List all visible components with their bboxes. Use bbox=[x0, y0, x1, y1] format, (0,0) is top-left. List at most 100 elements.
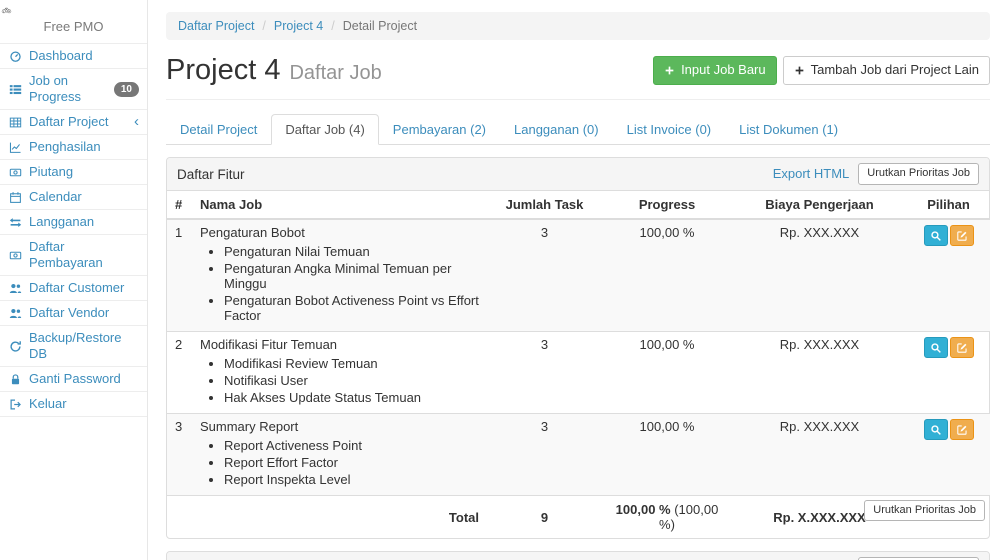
view-job-button[interactable] bbox=[924, 337, 948, 358]
sidebar-item-job-on-progress[interactable]: Job on Progress10 bbox=[0, 69, 147, 110]
sort-priority-button[interactable]: Urutkan Prioritas Job bbox=[858, 163, 979, 184]
money-icon bbox=[8, 166, 23, 179]
sidebar-item-backup-restore-db[interactable]: Backup/Restore DB bbox=[0, 326, 147, 367]
tab-list-dokumen-1[interactable]: List Dokumen (1) bbox=[725, 114, 852, 145]
edit-icon bbox=[956, 342, 968, 354]
tab-daftar-job-4[interactable]: Daftar Job (4) bbox=[271, 114, 378, 145]
table-row: 1Pengaturan BobotPengaturan Nilai Temuan… bbox=[167, 219, 990, 332]
table-row: 2Modifikasi Fitur TemuanModifikasi Revie… bbox=[167, 332, 990, 414]
job-number: 3 bbox=[167, 414, 192, 496]
total-progress: 100,00 % (100,00 %) bbox=[602, 496, 732, 539]
total-task-count: 9 bbox=[487, 496, 602, 539]
breadcrumb: Daftar ProjectProject 4Detail Project bbox=[166, 12, 990, 40]
lock-icon bbox=[8, 373, 23, 386]
job-name: Pengaturan Bobot bbox=[200, 225, 479, 240]
panels-container: Daftar Fitur Export HTML Urutkan Prioritas… bbox=[166, 157, 990, 560]
sidebar-item-calendar[interactable]: Calendar bbox=[0, 185, 147, 210]
edit-icon bbox=[956, 230, 968, 242]
column-header-pilihan: Pilihan bbox=[907, 191, 990, 219]
sidebar-item-daftar-pembayaran[interactable]: Daftar Pembayaran bbox=[0, 235, 147, 276]
job-task-count: 3 bbox=[487, 332, 602, 414]
search-icon bbox=[930, 230, 942, 242]
total-actions: Urutkan Prioritas Job bbox=[907, 496, 990, 539]
tambah-job-dari-project-lain-button[interactable]: Tambah Job dari Project Lain bbox=[783, 56, 990, 85]
sidebar-item-label: Backup/Restore DB bbox=[29, 330, 139, 362]
tab-langganan-0[interactable]: Langganan (0) bbox=[500, 114, 613, 145]
sidebar-item-daftar-customer[interactable]: Daftar Customer bbox=[0, 276, 147, 301]
sidebar-item-langganan[interactable]: Langganan bbox=[0, 210, 147, 235]
total-progress-value: 100,00 % bbox=[616, 502, 671, 517]
panel-fitur-tambahan: Fitur TambahanExport HTMLUrutkan Priorit… bbox=[166, 551, 990, 560]
tab-list-invoice-0[interactable]: List Invoice (0) bbox=[613, 114, 726, 145]
input-job-baru-button[interactable]: Input Job Baru bbox=[653, 56, 777, 85]
sidebar-item-daftar-vendor[interactable]: Daftar Vendor bbox=[0, 301, 147, 326]
sidebar-item-label: Ganti Password bbox=[29, 371, 121, 387]
sidebar-item-label: Keluar bbox=[29, 396, 67, 412]
sidebar-item-label: Calendar bbox=[29, 189, 82, 205]
panel-daftar-fitur: Daftar Fitur Export HTML Urutkan Prioritas… bbox=[166, 157, 990, 539]
edit-job-button[interactable] bbox=[950, 225, 974, 246]
sidebar-item-label: Job on Progress bbox=[29, 73, 108, 105]
subtask-item: Pengaturan Nilai Temuan bbox=[224, 244, 479, 259]
tab-detail-project[interactable]: Detail Project bbox=[166, 114, 271, 145]
sidebar-item-label: Langganan bbox=[29, 214, 94, 230]
subtask-list: Modifikasi Review TemuanNotifikasi UserH… bbox=[224, 356, 479, 405]
plus-icon bbox=[794, 65, 805, 76]
column-header-: # bbox=[167, 191, 192, 219]
sidebar-item-keluar[interactable]: Keluar bbox=[0, 392, 147, 417]
sidebar-item-penghasilan[interactable]: Penghasilan bbox=[0, 135, 147, 160]
search-icon bbox=[930, 424, 942, 436]
sidebar-item-piutang[interactable]: Piutang bbox=[0, 160, 147, 185]
users-icon bbox=[8, 307, 23, 320]
job-actions bbox=[907, 332, 990, 414]
sort-priority-button[interactable]: Urutkan Prioritas Job bbox=[864, 500, 985, 521]
breadcrumb-link-daftar-project[interactable]: Daftar Project bbox=[178, 19, 254, 33]
job-task-count: 3 bbox=[487, 414, 602, 496]
view-job-button[interactable] bbox=[924, 419, 948, 440]
job-name: Summary Report bbox=[200, 419, 479, 434]
total-label: Total bbox=[192, 496, 487, 539]
sidebar-menu: DashboardJob on Progress10Daftar Project… bbox=[0, 43, 147, 417]
svg-text:.com: .com bbox=[5, 12, 7, 14]
subtask-list: Pengaturan Nilai Temuan Pengaturan Angka … bbox=[224, 244, 479, 323]
sidebar-item-label: Daftar Customer bbox=[29, 280, 124, 296]
job-table: #Nama JobJumlah TaskProgressBiaya Penger… bbox=[167, 191, 990, 538]
jwb-logo-icon: WJB.com bbox=[0, 4, 147, 17]
column-header-jumlah-task: Jumlah Task bbox=[487, 191, 602, 219]
edit-job-button[interactable] bbox=[950, 337, 974, 358]
panel-title: Daftar Fitur bbox=[177, 167, 245, 182]
app-logo[interactable]: WJB.com bbox=[0, 0, 147, 17]
plus-icon bbox=[664, 65, 675, 76]
subtask-item: Report Inspekta Level bbox=[224, 472, 479, 487]
table-row: 3 Summary Report Report Activeness PointRe… bbox=[167, 414, 990, 496]
subtask-item: Hak Akses Update Status Temuan bbox=[224, 390, 479, 405]
edit-job-button[interactable] bbox=[950, 419, 974, 440]
subtask-list: Report Activeness PointReport Effort Fac… bbox=[224, 438, 479, 487]
job-cost: Rp. XXX.XXX bbox=[732, 219, 907, 332]
brand-name: Free PMO bbox=[0, 17, 147, 43]
column-header-biaya-pengerjaan: Biaya Pengerjaan bbox=[732, 191, 907, 219]
sidebar-item-label: Penghasilan bbox=[29, 139, 101, 155]
sidebar-item-ganti-password[interactable]: Ganti Password bbox=[0, 367, 147, 392]
sidebar-item-daftar-project[interactable]: Daftar Project‹ bbox=[0, 110, 147, 135]
breadcrumb-link-project-4[interactable]: Project 4 bbox=[254, 19, 323, 33]
panel-heading: Daftar Fitur Export HTML Urutkan Prioritas… bbox=[167, 158, 989, 191]
view-job-button[interactable] bbox=[924, 225, 948, 246]
exchange-icon bbox=[8, 216, 23, 229]
refresh-icon bbox=[8, 340, 23, 353]
subtask-item: Report Effort Factor bbox=[224, 455, 479, 470]
subtask-item: Pengaturan Bobot Activeness Point vs Eff… bbox=[224, 293, 479, 323]
calendar-icon bbox=[8, 191, 23, 204]
total-spacer bbox=[167, 496, 192, 539]
project-tabs: Detail ProjectDaftar Job (4)Pembayaran (… bbox=[166, 114, 990, 145]
sign-out-icon bbox=[8, 398, 23, 411]
tab-pembayaran-2[interactable]: Pembayaran (2) bbox=[379, 114, 500, 145]
panel-tools: Export HTML Urutkan Prioritas Job bbox=[773, 163, 979, 184]
sidebar-item-dashboard[interactable]: Dashboard bbox=[0, 44, 147, 69]
job-progress: 100,00 % bbox=[602, 414, 732, 496]
table-total-row: Total9100,00 % (100,00 %)Rp. X.XXX.XXXUr… bbox=[167, 496, 990, 539]
export-html-link[interactable]: Export HTML bbox=[773, 166, 850, 181]
subtask-item: Pengaturan Angka Minimal Temuan per Ming… bbox=[224, 261, 479, 291]
job-number: 2 bbox=[167, 332, 192, 414]
subtask-item: Notifikasi User bbox=[224, 373, 479, 388]
